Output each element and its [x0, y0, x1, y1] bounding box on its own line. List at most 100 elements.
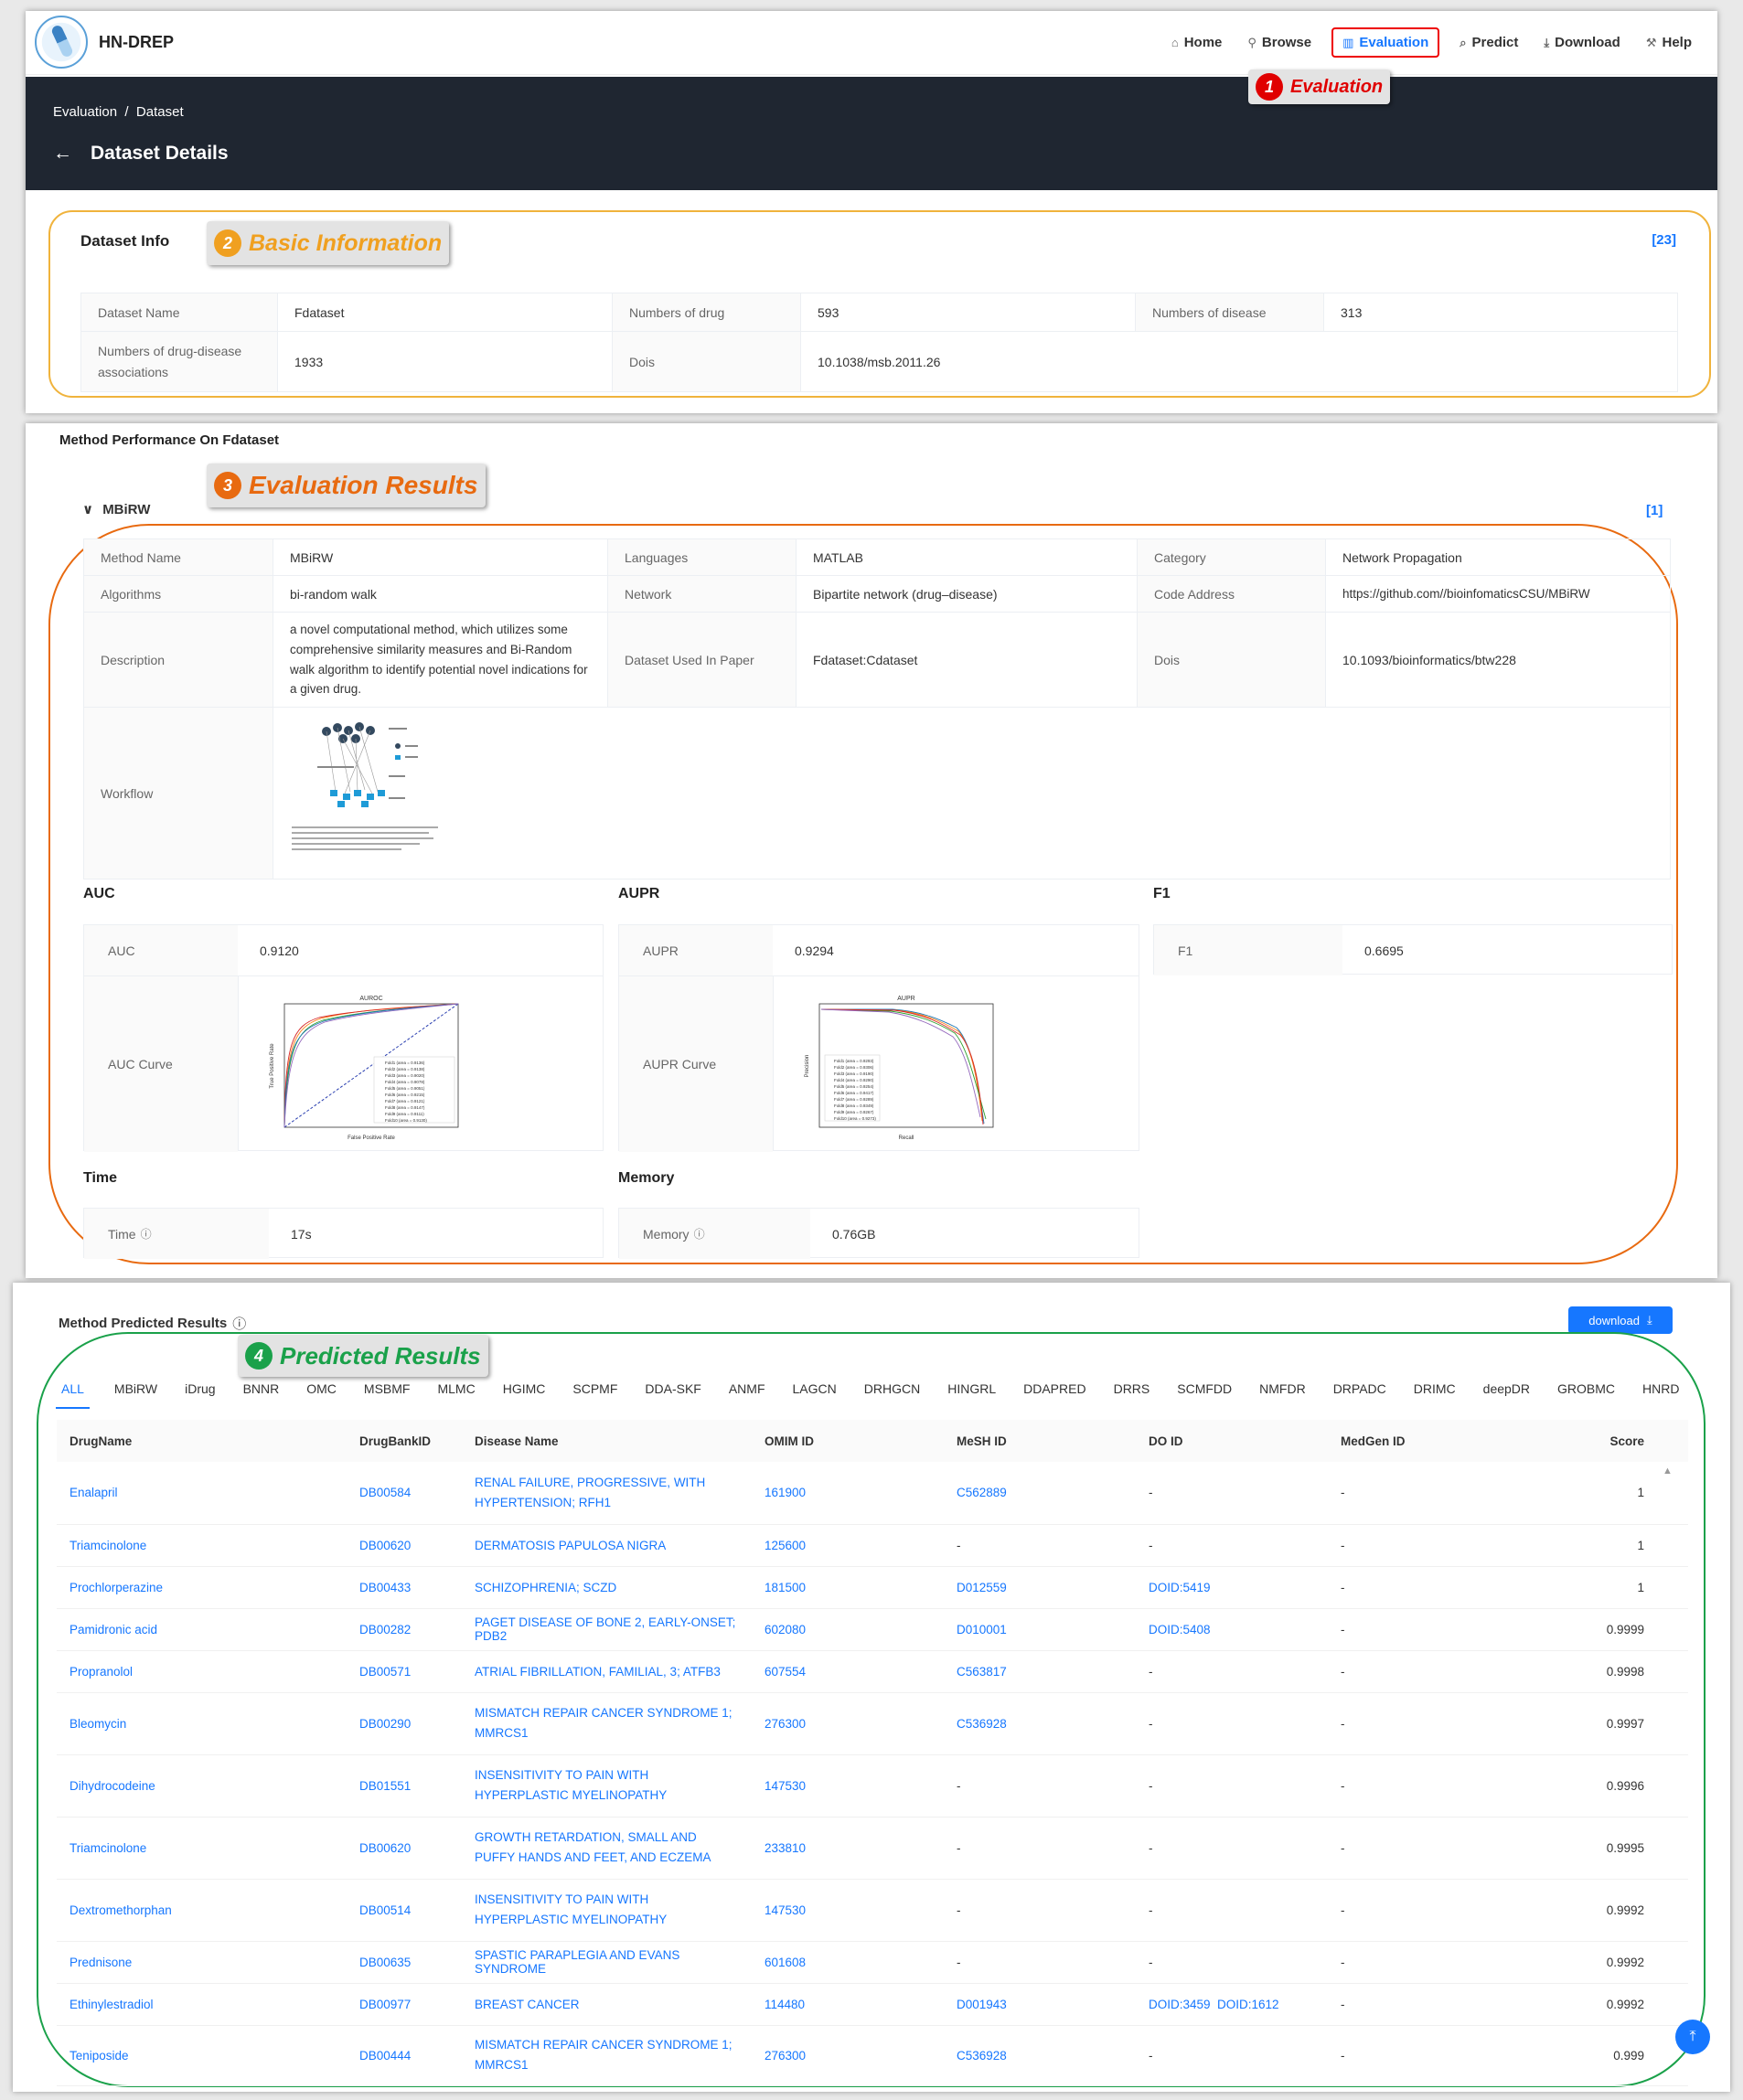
col-disease-name[interactable]: Disease Name	[462, 1420, 752, 1462]
drugbank-id[interactable]: DB00977	[347, 1983, 462, 2026]
col-omim-id[interactable]: OMIM ID	[752, 1420, 944, 1462]
tab-omc[interactable]: OMC	[293, 1378, 350, 1409]
col-mesh-id[interactable]: MeSH ID	[944, 1420, 1136, 1462]
omim-id[interactable]: 114480	[752, 1983, 944, 2026]
disease-name[interactable]: SPASTIC PARAPLEGIA AND EVANS SYNDROME	[462, 1941, 752, 1984]
tab-grobmc[interactable]: GROBMC	[1544, 1378, 1629, 1409]
drugbank-id[interactable]: DB00571	[347, 1650, 462, 1693]
drug-name[interactable]: Propranolol	[57, 1650, 347, 1693]
brand-name[interactable]: HN-DREP	[99, 33, 174, 52]
nav-home[interactable]: ⌂ Home	[1159, 27, 1235, 58]
disease-name[interactable]: INSENSITIVITY TO PAIN WITH HYPERPLASTIC …	[462, 1879, 752, 1942]
tab-drrs[interactable]: DRRS	[1100, 1378, 1164, 1409]
info-icon[interactable]: ⓘ	[141, 1226, 152, 1242]
col-medgen-id[interactable]: MedGen ID	[1328, 1420, 1511, 1462]
info-icon[interactable]: ⓘ	[232, 1314, 246, 1333]
drug-name[interactable]: Bleomycin	[57, 1692, 347, 1755]
omim-id[interactable]: 607554	[752, 1650, 944, 1693]
method-dois-link[interactable]: 10.1093/bioinformatics/btw228	[1325, 612, 1671, 708]
drug-name[interactable]: Prednisone	[57, 1941, 347, 1984]
omim-id[interactable]: 147530	[752, 1754, 944, 1818]
nav-download[interactable]: ⤓ Download	[1531, 27, 1632, 58]
disease-name[interactable]: GROWTH RETARDATION, SMALL AND PUFFY HAND…	[462, 1817, 752, 1880]
do-id[interactable]: DOID:5419	[1136, 1566, 1328, 1609]
col-score[interactable]: Score	[1511, 1420, 1688, 1462]
back-arrow-icon[interactable]: ←	[53, 143, 72, 165]
tab-nmfdr[interactable]: NMFDR	[1246, 1378, 1320, 1409]
nav-predict[interactable]: ⌕ Predict	[1447, 27, 1531, 58]
omim-id[interactable]: 601608	[752, 1941, 944, 1984]
disease-name[interactable]: SCHIZOPHRENIA; SCZD	[462, 1566, 752, 1609]
omim-id[interactable]: 125600	[752, 1524, 944, 1567]
drugbank-id[interactable]: DB00282	[347, 1608, 462, 1651]
tab-dda-skf[interactable]: DDA-SKF	[631, 1378, 714, 1409]
nav-browse[interactable]: ⚲ Browse	[1235, 27, 1324, 58]
tab-drhgcn[interactable]: DRHGCN	[850, 1378, 934, 1409]
mesh-id[interactable]: C536928	[944, 2025, 1136, 2086]
mesh-id[interactable]: D010001	[944, 1608, 1136, 1651]
omim-id[interactable]: 161900	[752, 1462, 944, 1525]
drugbank-id[interactable]: DB00584	[347, 1462, 462, 1525]
disease-name[interactable]: DERMATOSIS PAPULOSA NIGRA	[462, 1524, 752, 1567]
do-id[interactable]: DOID:3459 DOID:1612	[1136, 1983, 1328, 2026]
drug-name[interactable]: Enalapril	[57, 1462, 347, 1525]
mesh-id[interactable]: D012559	[944, 1566, 1136, 1609]
method-name-link[interactable]: MBiRW	[273, 538, 608, 576]
drugbank-id[interactable]: DB00433	[347, 1566, 462, 1609]
site-logo[interactable]	[35, 16, 88, 69]
drug-name[interactable]: Pamidronic acid	[57, 1608, 347, 1651]
omim-id[interactable]: 276300	[752, 1692, 944, 1755]
drugbank-id[interactable]: DB00620	[347, 1524, 462, 1567]
disease-name[interactable]: RENAL FAILURE, PROGRESSIVE, WITH HYPERTE…	[462, 1462, 752, 1525]
info-icon[interactable]: ⓘ	[694, 1226, 705, 1242]
tab-all[interactable]: ALL	[56, 1378, 90, 1409]
disease-name[interactable]: INSENSITIVITY TO PAIN WITH HYPERPLASTIC …	[462, 1754, 752, 1818]
tab-drimc[interactable]: DRIMC	[1400, 1378, 1470, 1409]
col-do-id[interactable]: DO ID	[1136, 1420, 1328, 1462]
tab-ddapred[interactable]: DDAPRED	[1010, 1378, 1099, 1409]
tab-idrug[interactable]: iDrug	[171, 1378, 229, 1409]
tab-drpadc[interactable]: DRPADC	[1320, 1378, 1400, 1409]
drug-name[interactable]: Triamcinolone	[57, 1817, 347, 1880]
mesh-id[interactable]: C536928	[944, 1692, 1136, 1755]
method-ref[interactable]: [1]	[1646, 503, 1663, 518]
breadcrumb-evaluation[interactable]: Evaluation	[53, 104, 117, 120]
scrollbar-up-arrow[interactable]: ▲	[1663, 1466, 1673, 1476]
drugbank-id[interactable]: DB00514	[347, 1879, 462, 1942]
disease-name[interactable]: PAGET DISEASE OF BONE 2, EARLY-ONSET; PD…	[462, 1608, 752, 1651]
omim-id[interactable]: 276300	[752, 2025, 944, 2086]
disease-name[interactable]: ATRIAL FIBRILLATION, FAMILIAL, 3; ATFB3	[462, 1650, 752, 1693]
tab-bnnr[interactable]: BNNR	[230, 1378, 294, 1409]
tab-hingrl[interactable]: HINGRL	[934, 1378, 1010, 1409]
omim-id[interactable]: 602080	[752, 1608, 944, 1651]
tab-mlmc[interactable]: MLMC	[423, 1378, 488, 1409]
do-id[interactable]: DOID:5408	[1136, 1608, 1328, 1651]
back-to-top-button[interactable]: ⤒	[1675, 2020, 1710, 2054]
drug-name[interactable]: Dextromethorphan	[57, 1879, 347, 1942]
drugbank-id[interactable]: DB01551	[347, 1754, 462, 1818]
mesh-id[interactable]: D001943	[944, 1983, 1136, 2026]
omim-id[interactable]: 147530	[752, 1879, 944, 1942]
tab-mbirw[interactable]: MBiRW	[101, 1378, 171, 1409]
tab-scmfdd[interactable]: SCMFDD	[1163, 1378, 1246, 1409]
dataset-info-ref[interactable]: [23]	[1652, 232, 1676, 248]
disease-name[interactable]: MISMATCH REPAIR CANCER SYNDROME 1; MMRCS…	[462, 2025, 752, 2086]
dataset-name-link[interactable]: Fdataset	[277, 293, 613, 332]
drug-name[interactable]: Dihydrocodeine	[57, 1754, 347, 1818]
drugbank-id[interactable]: DB00620	[347, 1817, 462, 1880]
tab-lagcn[interactable]: LAGCN	[779, 1378, 850, 1409]
disease-name[interactable]: MISMATCH REPAIR CANCER SYNDROME 1; MMRCS…	[462, 1692, 752, 1755]
method-collapse-header[interactable]: ∨ MBiRW	[82, 501, 150, 518]
tab-anmf[interactable]: ANMF	[715, 1378, 779, 1409]
drugbank-id[interactable]: DB00444	[347, 2025, 462, 2086]
drug-name[interactable]: Ethinylestradiol	[57, 1983, 347, 2026]
mesh-id[interactable]: C562889	[944, 1462, 1136, 1525]
disease-name[interactable]: BREAST CANCER	[462, 1983, 752, 2026]
omim-id[interactable]: 181500	[752, 1566, 944, 1609]
drug-name[interactable]: Triamcinolone	[57, 1524, 347, 1567]
col-drugbankid[interactable]: DrugBankID	[347, 1420, 462, 1462]
tab-scpmf[interactable]: SCPMF	[559, 1378, 631, 1409]
download-button[interactable]: download ⤓	[1568, 1306, 1673, 1334]
drug-name[interactable]: Prochlorperazine	[57, 1566, 347, 1609]
drugbank-id[interactable]: DB00635	[347, 1941, 462, 1984]
